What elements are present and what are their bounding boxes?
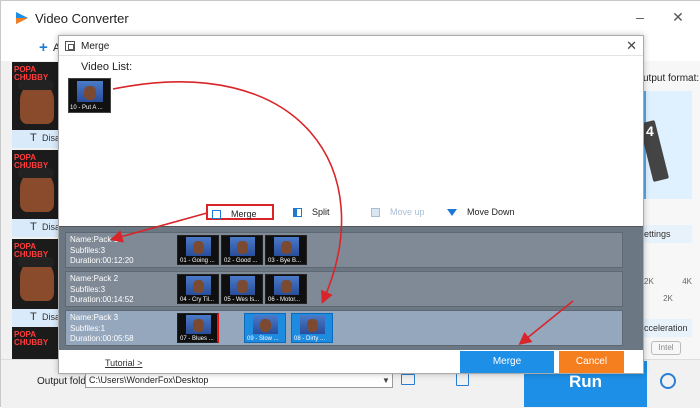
app-title: Video Converter — [35, 11, 129, 26]
pack-name: Name:Pack 1 — [70, 235, 119, 244]
minimize-icon[interactable]: – — [633, 10, 647, 24]
move-down-label: Move Down — [467, 207, 515, 217]
file-thumbnail[interactable]: POPA CHUBBY — [12, 239, 59, 317]
tutorial-link[interactable]: Tutorial > — [105, 358, 142, 368]
format-number: 4 — [646, 123, 654, 139]
pack-row[interactable]: Name:Pack 1 Subfiles:3 Duration:00:12:20… — [65, 232, 623, 268]
clip-thumbnail[interactable]: 02 - Good ... — [221, 235, 263, 265]
intel-toggle[interactable]: Intel — [651, 341, 681, 355]
clip-caption: 02 - Good ... — [224, 258, 258, 264]
close-window-icon[interactable]: ✕ — [671, 10, 685, 24]
output-format-selector[interactable]: 4 — [638, 91, 692, 199]
slider-label-high: 4K — [682, 277, 692, 286]
clip-thumbnail[interactable]: 07 - Blues ... — [177, 313, 219, 343]
browse-folder-icon[interactable] — [456, 373, 469, 386]
output-format-label: utput format: — [643, 73, 700, 84]
quality-slider-labels: 2K 4K 2K — [644, 277, 692, 303]
merge-button[interactable]: Merge — [460, 351, 554, 373]
pack-info: Name:Pack 3 Subfiles:1 Duration:00:05:58 — [70, 313, 134, 345]
output-folder-field[interactable]: C:\Users\WonderFox\Desktop ▼ — [85, 373, 393, 388]
pack-name: Name:Pack 3 — [70, 313, 119, 322]
open-folder-icon[interactable] — [401, 374, 415, 385]
app-window: Video Converter – ✕ + A POPA CHUBBY T Di… — [0, 0, 700, 408]
pack-duration: Duration:00:05:58 — [70, 334, 134, 343]
dialog-bottom-bar: Tutorial > — [59, 350, 643, 373]
text-icon: T — [30, 132, 37, 144]
move-up-label: Move up — [390, 207, 425, 217]
app-logo-icon — [16, 12, 28, 24]
parameter-settings-button[interactable]: ettings — [644, 225, 692, 243]
thumbnail-band-text: POPA CHUBBY — [14, 330, 49, 347]
pack-subfiles: Subfiles:1 — [70, 323, 106, 333]
clip-thumbnail[interactable]: 06 - Motor... — [265, 274, 307, 304]
pack-duration: Duration:00:12:20 — [70, 256, 134, 265]
clip-caption: 01 - Going ... — [180, 258, 215, 264]
video-thumbnail-art — [77, 81, 103, 102]
output-folder-value: C:\Users\WonderFox\Desktop — [89, 375, 209, 385]
pack-info: Name:Pack 1 Subfiles:3 Duration:00:12:20 — [70, 235, 134, 267]
text-icon: T — [30, 221, 37, 233]
merge-window-icon — [65, 41, 75, 51]
video-list-item[interactable]: 10 - Put A ... — [68, 78, 111, 113]
add-files-plus-icon[interactable]: + — [39, 39, 48, 56]
subtitle-disable-row[interactable]: T Disal — [12, 130, 62, 148]
acceleration-label: cceleration — [644, 319, 692, 337]
clip-caption: 05 - Wes Is... — [224, 297, 260, 303]
clip-caption: 09 - Slow ... — [247, 336, 279, 342]
clip-thumbnail[interactable]: 05 - Wes Is... — [221, 274, 263, 304]
move-down-button[interactable]: Move Down — [447, 204, 515, 220]
slider-label-low: 2K — [644, 277, 654, 286]
alarm-clock-icon[interactable] — [660, 373, 676, 389]
dialog-title: Merge — [81, 41, 110, 52]
subtitle-disable-row[interactable]: T Disal — [12, 219, 62, 237]
chevron-down-icon[interactable]: ▼ — [380, 374, 392, 387]
subtitle-disable-row[interactable]: T Disal — [12, 309, 62, 327]
split-icon — [293, 208, 302, 218]
packs-area: Name:Pack 1 Subfiles:3 Duration:00:12:20… — [59, 226, 643, 350]
video-list-label: Video List: — [81, 61, 133, 73]
clip-caption: 04 - Cry Til... — [180, 297, 215, 303]
clip-caption: 07 - Blues ... — [180, 336, 214, 342]
clip-thumbnail[interactable]: 04 - Cry Til... — [177, 274, 219, 304]
pack-info: Name:Pack 2 Subfiles:3 Duration:00:14:52 — [70, 274, 134, 306]
clip-caption: 03 - Bye B... — [268, 258, 302, 264]
file-thumbnail[interactable]: POPA CHUBBY — [12, 150, 59, 228]
split-button[interactable]: Split — [293, 204, 330, 220]
move-up-button[interactable]: Move up — [371, 204, 425, 220]
clip-caption: 06 - Motor... — [268, 297, 301, 303]
text-icon: T — [30, 311, 37, 323]
split-label: Split — [312, 207, 330, 217]
clip-caption: 08 - Dirty ... — [294, 336, 326, 342]
clip-thumbnail-selected[interactable]: 09 - Slow ... — [244, 313, 286, 343]
slider-label-mid: 2K — [663, 294, 673, 303]
pack-subfiles: Subfiles:3 — [70, 284, 106, 294]
merge-toolbar-label: Merge — [231, 209, 257, 219]
clip-thumbnail-selected[interactable]: 08 - Dirty ... — [291, 313, 333, 343]
cancel-button[interactable]: Cancel — [559, 351, 624, 373]
clip-thumbnail[interactable]: 01 - Going ... — [177, 235, 219, 265]
move-up-icon — [371, 208, 380, 218]
file-thumbnail[interactable]: POPA CHUBBY — [12, 327, 59, 359]
pack-row-selected[interactable]: Name:Pack 3 Subfiles:1 Duration:00:05:58… — [65, 310, 623, 346]
video-caption: 10 - Put A ... — [70, 105, 103, 111]
merge-toolbar-button[interactable]: Merge — [206, 204, 274, 220]
file-thumbnail[interactable]: POPA CHUBBY — [12, 62, 59, 140]
dialog-toolbar: Merge Split Move up Move Down — [59, 200, 643, 224]
merge-icon — [212, 210, 221, 220]
move-down-icon — [447, 209, 457, 217]
dialog-titlebar: Merge ✕ — [59, 36, 643, 56]
merge-dialog: Merge ✕ Video List: 10 - Put A ... Merge… — [58, 35, 644, 374]
close-icon[interactable]: ✕ — [626, 38, 637, 54]
main-titlebar: Video Converter – ✕ — [1, 1, 700, 35]
pack-row[interactable]: Name:Pack 2 Subfiles:3 Duration:00:14:52… — [65, 271, 623, 307]
pack-name: Name:Pack 2 — [70, 274, 119, 283]
pack-subfiles: Subfiles:3 — [70, 245, 106, 255]
pack-duration: Duration:00:14:52 — [70, 295, 134, 304]
clip-thumbnail[interactable]: 03 - Bye B... — [265, 235, 307, 265]
